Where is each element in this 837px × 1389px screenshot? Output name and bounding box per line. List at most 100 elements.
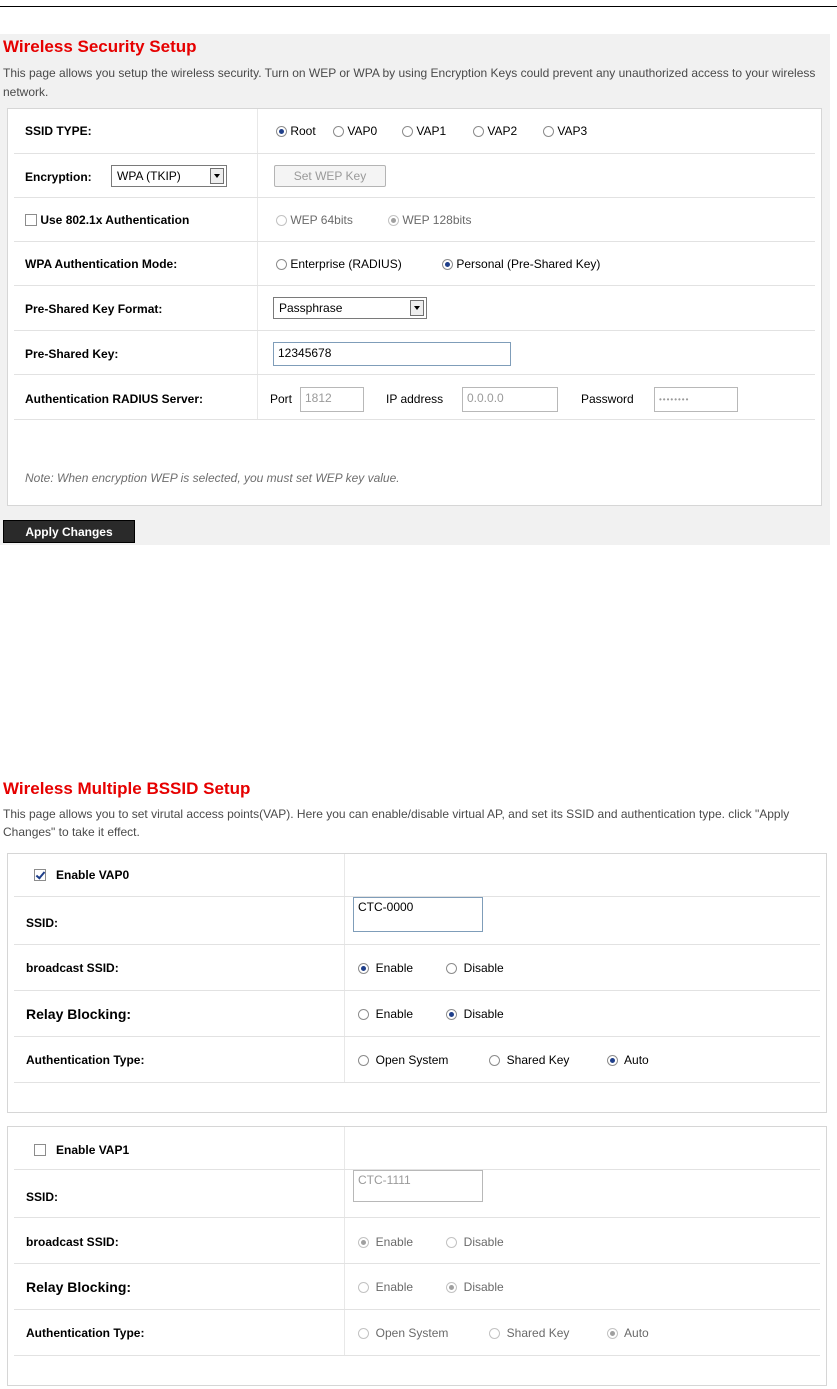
- radio-icon: [388, 215, 399, 226]
- radio-icon: [358, 1282, 369, 1293]
- radius-row: Authentication RADIUS Server: Port 1812 …: [14, 374, 815, 420]
- encryption-select[interactable]: WPA (TKIP): [111, 165, 227, 187]
- vap0-relay-label: Relay Blocking:: [26, 1006, 132, 1022]
- ip-input[interactable]: 0.0.0.0: [462, 387, 558, 412]
- vap1-relay-enable-radio[interactable]: Enable: [358, 1280, 413, 1294]
- vap1-ssid-row: SSID: CTC-1111: [14, 1169, 820, 1218]
- ssid-type-label: SSID TYPE:: [25, 124, 92, 138]
- psk-input[interactable]: 12345678: [273, 342, 511, 366]
- psk-format-row: Pre-Shared Key Format: Passphrase: [14, 285, 815, 331]
- radio-icon: [276, 215, 287, 226]
- radio-icon: [446, 1237, 457, 1248]
- radio-icon: [333, 126, 344, 137]
- vap0-auth-shared-radio[interactable]: Shared Key: [489, 1053, 569, 1067]
- vap0-auth-auto-radio[interactable]: Auto: [607, 1053, 649, 1067]
- ssid-radio-vap0[interactable]: VAP0: [333, 124, 377, 138]
- vap0-broadcast-row: broadcast SSID: Enable Disable: [14, 944, 820, 991]
- ssid-type-row: SSID TYPE: Root VAP0 VAP1 VAP2 VAP3: [14, 109, 815, 153]
- radio-icon: [358, 1055, 369, 1066]
- wpa-mode-row: WPA Authentication Mode: Enterprise (RAD…: [14, 241, 815, 286]
- radio-icon: [276, 126, 287, 137]
- vap1-enable-row: Enable VAP1: [14, 1127, 820, 1169]
- vap1-broadcast-label: broadcast SSID:: [26, 1235, 119, 1249]
- page-title: Wireless Security Setup: [3, 37, 197, 56]
- port-label: Port: [270, 392, 293, 406]
- radio-icon: [358, 963, 369, 974]
- radio-icon: [358, 1009, 369, 1020]
- psk-row: Pre-Shared Key: 12345678: [14, 330, 815, 375]
- vap1-enable-checkbox[interactable]: Enable VAP1: [34, 1143, 129, 1157]
- vap0-relay-enable-radio[interactable]: Enable: [358, 1007, 413, 1021]
- vap1-auth-shared-radio[interactable]: Shared Key: [489, 1326, 569, 1340]
- wep-64-radio[interactable]: WEP 64bits: [276, 213, 353, 227]
- vap0-broadcast-enable-radio[interactable]: Enable: [358, 961, 413, 975]
- use-8021x-checkbox[interactable]: Use 802.1x Authentication: [25, 213, 189, 227]
- vap0-enable-checkbox[interactable]: Enable VAP0: [34, 868, 129, 882]
- radio-icon: [446, 1282, 457, 1293]
- vap0-broadcast-disable-radio[interactable]: Disable: [446, 961, 504, 975]
- radio-icon: [446, 1009, 457, 1020]
- vap1-ssid-label: SSID:: [26, 1190, 59, 1204]
- vap0-ssid-input[interactable]: CTC-0000: [353, 897, 483, 932]
- radio-icon: [473, 126, 484, 137]
- ssid-radio-vap3[interactable]: VAP3: [543, 124, 587, 138]
- security-settings-box: SSID TYPE: Root VAP0 VAP1 VAP2 VAP3 Encr…: [7, 108, 822, 506]
- chevron-down-icon: [410, 300, 424, 316]
- radio-icon: [607, 1055, 618, 1066]
- password-input[interactable]: ••••••••: [654, 387, 738, 412]
- ssid-radio-root[interactable]: Root: [276, 124, 316, 138]
- radio-icon: [358, 1237, 369, 1248]
- bssid-title: Wireless Multiple BSSID Setup: [3, 779, 251, 798]
- radio-icon: [489, 1055, 500, 1066]
- password-label: Password: [581, 392, 634, 406]
- wpa-enterprise-radio[interactable]: Enterprise (RADIUS): [276, 257, 402, 271]
- vap1-auth-label: Authentication Type:: [26, 1326, 145, 1340]
- auth-8021x-row: Use 802.1x Authentication WEP 64bits WEP…: [14, 197, 815, 242]
- radio-icon: [446, 963, 457, 974]
- wep-128-radio[interactable]: WEP 128bits: [388, 213, 472, 227]
- vap0-enable-row: Enable VAP0: [14, 854, 820, 896]
- vap0-relay-row: Relay Blocking: Enable Disable: [14, 990, 820, 1037]
- vap0-ssid-label: SSID:: [26, 916, 59, 930]
- wpa-personal-radio[interactable]: Personal (Pre-Shared Key): [442, 257, 600, 271]
- vap1-relay-disable-radio[interactable]: Disable: [446, 1280, 504, 1294]
- psk-label: Pre-Shared Key:: [25, 347, 119, 361]
- vap1-auth-auto-radio[interactable]: Auto: [607, 1326, 649, 1340]
- vap1-ssid-input[interactable]: CTC-1111: [353, 1170, 483, 1202]
- checkbox-icon: [34, 1144, 46, 1156]
- vap1-relay-row: Relay Blocking: Enable Disable: [14, 1263, 820, 1310]
- checkbox-icon: [34, 869, 46, 881]
- vap1-auth-open-radio[interactable]: Open System: [358, 1326, 448, 1340]
- set-wep-key-button[interactable]: Set WEP Key: [274, 165, 386, 187]
- wireless-security-panel: Wireless Security Setup This page allows…: [0, 34, 830, 545]
- top-rule: [0, 6, 837, 7]
- radio-icon: [489, 1328, 500, 1339]
- radio-icon: [402, 126, 413, 137]
- radio-icon: [543, 126, 554, 137]
- radio-icon: [442, 259, 453, 270]
- vap1-broadcast-enable-radio[interactable]: Enable: [358, 1235, 413, 1249]
- vap0-broadcast-label: broadcast SSID:: [26, 961, 119, 975]
- vap0-relay-disable-radio[interactable]: Disable: [446, 1007, 504, 1021]
- vap1-broadcast-disable-radio[interactable]: Disable: [446, 1235, 504, 1249]
- radius-label: Authentication RADIUS Server:: [25, 392, 204, 406]
- wpa-mode-label: WPA Authentication Mode:: [25, 257, 178, 271]
- psk-format-select[interactable]: Passphrase: [273, 297, 427, 319]
- vap0-ssid-row: SSID: CTC-0000: [14, 896, 820, 945]
- vap0-auth-row: Authentication Type: Open System Shared …: [14, 1036, 820, 1083]
- ssid-radio-vap1[interactable]: VAP1: [402, 124, 446, 138]
- vap1-broadcast-row: broadcast SSID: Enable Disable: [14, 1217, 820, 1264]
- bssid-description: This page allows you to set virutal acce…: [3, 807, 790, 839]
- port-input[interactable]: 1812: [300, 387, 364, 412]
- chevron-down-icon: [210, 168, 224, 184]
- ssid-radio-vap2[interactable]: VAP2: [473, 124, 517, 138]
- vap1-auth-row: Authentication Type: Open System Shared …: [14, 1309, 820, 1356]
- encryption-label: Encryption:: [25, 170, 92, 184]
- vap0-auth-open-radio[interactable]: Open System: [358, 1053, 448, 1067]
- ip-label: IP address: [386, 392, 444, 406]
- vap1-relay-label: Relay Blocking:: [26, 1279, 132, 1295]
- apply-changes-button[interactable]: Apply Changes: [3, 520, 135, 543]
- vap0-auth-label: Authentication Type:: [26, 1053, 145, 1067]
- vap0-box: Enable VAP0 SSID: CTC-0000 broadcast SSI…: [7, 853, 827, 1113]
- page-description: This page allows you setup the wireless …: [3, 66, 816, 99]
